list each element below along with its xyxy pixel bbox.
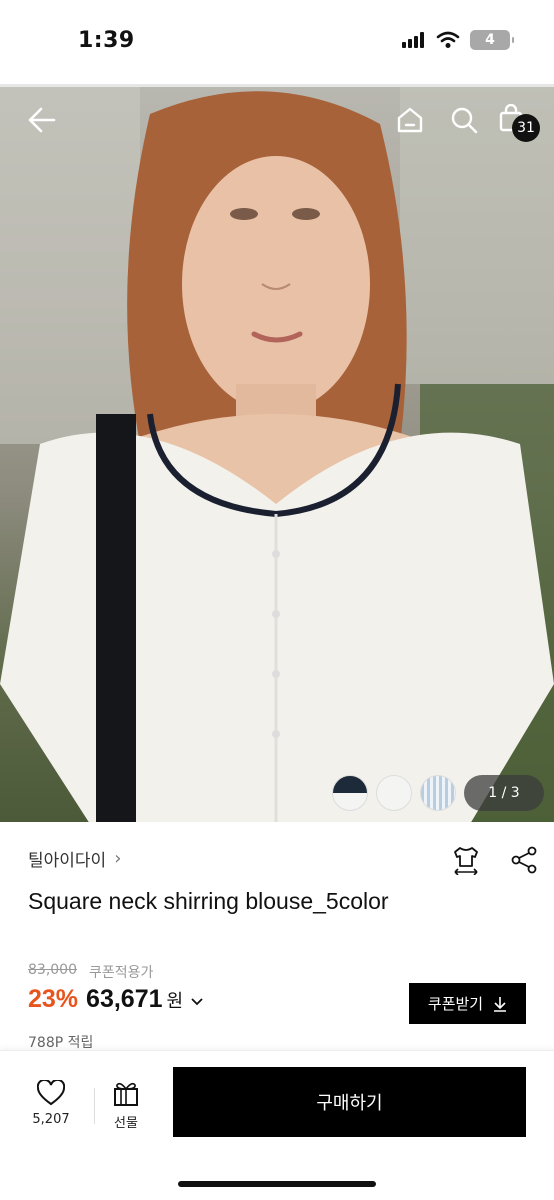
- search-icon: [451, 107, 478, 134]
- gift-button[interactable]: 선물: [104, 1080, 148, 1131]
- share-icon[interactable]: [510, 845, 538, 875]
- buy-button[interactable]: 구매하기: [173, 1067, 526, 1137]
- brand-link[interactable]: 틸아이다이 ›: [28, 846, 121, 871]
- wifi-icon: [436, 31, 460, 48]
- size-guide-icon[interactable]: [452, 845, 480, 875]
- like-count: 5,207: [32, 1112, 70, 1127]
- color-swatch-white[interactable]: [376, 775, 412, 811]
- currency-label: 원: [166, 991, 184, 1012]
- coupon-button-label: 쿠폰받기: [427, 995, 484, 1013]
- product-image[interactable]: [0, 84, 554, 822]
- product-title: Square neck shirring blouse_5color: [28, 888, 389, 914]
- heart-icon: [37, 1080, 65, 1106]
- original-price-row: 83,000 쿠폰적용가: [28, 962, 153, 982]
- price-row[interactable]: 23% 63,671 원: [28, 985, 203, 1014]
- status-icons: 4: [402, 30, 514, 50]
- cart-count-badge: 31: [512, 114, 540, 142]
- buy-button-label: 구매하기: [316, 1093, 383, 1114]
- search-button[interactable]: [448, 104, 480, 136]
- model-photo: [0, 84, 554, 822]
- color-swatches: [332, 775, 456, 811]
- download-icon: [494, 996, 507, 1012]
- discount-rate: 23%: [28, 985, 79, 1013]
- home-button[interactable]: [394, 104, 426, 136]
- gift-label: 선물: [114, 1116, 138, 1131]
- home-indicator: [178, 1181, 376, 1187]
- color-swatch-stripe[interactable]: [420, 775, 456, 811]
- coupon-applied-label: 쿠폰적용가: [89, 965, 154, 981]
- arrow-left-icon: [28, 107, 56, 133]
- image-pager: 1 / 3: [464, 775, 544, 811]
- brand-name: 틸아이다이: [28, 851, 107, 871]
- status-time: 1:39: [78, 28, 135, 53]
- battery-indicator: 4: [470, 30, 514, 50]
- product-actions: [452, 845, 538, 875]
- home-icon: [397, 107, 423, 133]
- reward-points: 788P 적립: [28, 1035, 94, 1051]
- original-price: 83,000: [28, 962, 77, 978]
- coupon-download-button[interactable]: 쿠폰받기: [409, 983, 526, 1024]
- cellular-signal-icon: [402, 32, 424, 48]
- like-button[interactable]: 5,207: [22, 1080, 80, 1127]
- sale-price: 63,671: [86, 985, 163, 1013]
- color-swatch-navy[interactable]: [332, 775, 368, 811]
- gift-icon: [114, 1082, 138, 1106]
- image-top-divider: [0, 84, 554, 87]
- chevron-right-icon: ›: [114, 848, 122, 869]
- chevron-down-icon: [191, 998, 203, 1006]
- back-button[interactable]: [26, 104, 58, 136]
- bottom-divider: [94, 1088, 95, 1124]
- status-bar: 1:39 4: [0, 0, 554, 84]
